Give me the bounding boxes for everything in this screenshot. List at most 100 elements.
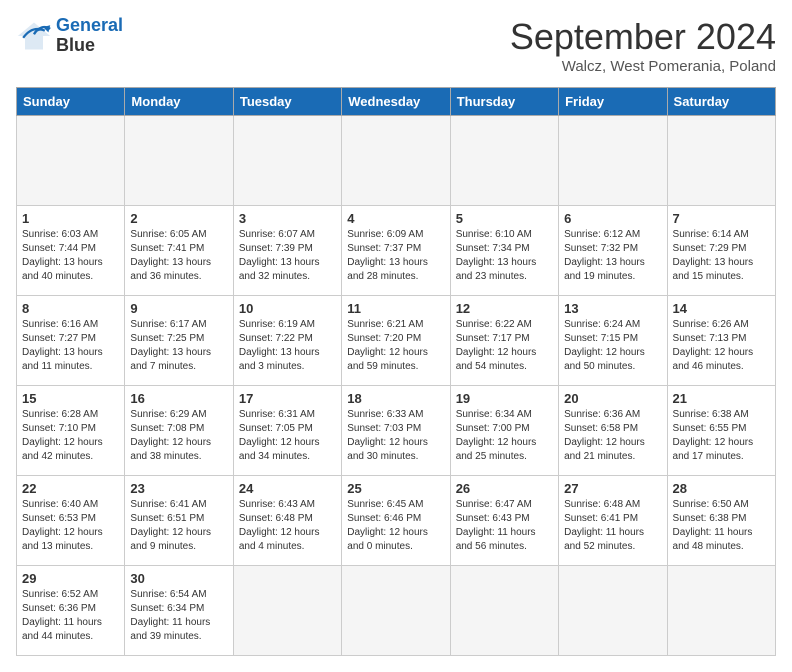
weekday-header-tuesday: Tuesday — [233, 88, 341, 116]
calendar-cell — [559, 566, 667, 656]
calendar-week-row: 15 Sunrise: 6:28 AM Sunset: 7:10 PM Dayli… — [17, 386, 776, 476]
cell-info: Sunrise: 6:54 AM Sunset: 6:34 PM Dayligh… — [130, 588, 227, 644]
calendar-cell: 18 Sunrise: 6:33 AM Sunset: 7:03 PM Dayli… — [342, 386, 450, 476]
day-number: 23 — [130, 481, 227, 496]
day-number: 19 — [456, 391, 553, 406]
logo-icon — [16, 18, 52, 54]
day-number: 2 — [130, 211, 227, 226]
day-number: 21 — [673, 391, 770, 406]
calendar-cell: 25Sunrise: 6:45 AM Sunset: 6:46 PM Dayli… — [342, 476, 450, 566]
cell-info: Sunrise: 6:33 AM Sunset: 7:03 PM Dayligh… — [347, 408, 444, 464]
month-title: September 2024 — [510, 16, 776, 58]
weekday-header-monday: Monday — [125, 88, 233, 116]
cell-info: Sunrise: 6:31 AM Sunset: 7:05 PM Dayligh… — [239, 408, 336, 464]
day-number: 12 — [456, 301, 553, 316]
logo: General Blue — [16, 16, 123, 56]
cell-info: Sunrise: 6:29 AM Sunset: 7:08 PM Dayligh… — [130, 408, 227, 464]
cell-info: Sunrise: 6:14 AM Sunset: 7:29 PM Dayligh… — [673, 228, 770, 284]
day-number: 16 — [130, 391, 227, 406]
calendar-cell — [342, 566, 450, 656]
day-number: 20 — [564, 391, 661, 406]
calendar-cell: 16 Sunrise: 6:29 AM Sunset: 7:08 PM Dayli… — [125, 386, 233, 476]
logo-blue: Blue — [56, 35, 95, 55]
calendar-week-row: 1Sunrise: 6:03 AM Sunset: 7:44 PM Daylig… — [17, 206, 776, 296]
calendar-cell: 6 Sunrise: 6:12 AM Sunset: 7:32 PM Daylig… — [559, 206, 667, 296]
calendar-cell — [233, 116, 341, 206]
calendar-cell — [342, 116, 450, 206]
cell-info: Sunrise: 6:22 AM Sunset: 7:17 PM Dayligh… — [456, 318, 553, 374]
calendar-cell: 5 Sunrise: 6:10 AM Sunset: 7:34 PM Daylig… — [450, 206, 558, 296]
day-number: 22 — [22, 481, 119, 496]
cell-info: Sunrise: 6:52 AM Sunset: 6:36 PM Dayligh… — [22, 588, 119, 644]
calendar-cell: 29 Sunrise: 6:52 AM Sunset: 6:36 PM Dayli… — [17, 566, 125, 656]
calendar-cell — [667, 116, 775, 206]
calendar-cell: 10 Sunrise: 6:19 AM Sunset: 7:22 PM Dayli… — [233, 296, 341, 386]
calendar-week-row — [17, 116, 776, 206]
calendar-cell — [450, 116, 558, 206]
calendar-cell — [233, 566, 341, 656]
calendar-cell — [125, 116, 233, 206]
cell-info: Sunrise: 6:47 AM Sunset: 6:43 PM Dayligh… — [456, 498, 553, 554]
location: Walcz, West Pomerania, Poland — [510, 58, 776, 75]
weekday-header-sunday: Sunday — [17, 88, 125, 116]
day-number: 10 — [239, 301, 336, 316]
cell-info: Sunrise: 6:12 AM Sunset: 7:32 PM Dayligh… — [564, 228, 661, 284]
calendar-cell: 14Sunrise: 6:26 AM Sunset: 7:13 PM Dayli… — [667, 296, 775, 386]
day-number: 15 — [22, 391, 119, 406]
cell-info: Sunrise: 6:40 AM Sunset: 6:53 PM Dayligh… — [22, 498, 119, 554]
calendar-cell: 13 Sunrise: 6:24 AM Sunset: 7:15 PM Dayli… — [559, 296, 667, 386]
logo-general: General — [56, 15, 123, 35]
day-number: 28 — [673, 481, 770, 496]
cell-info: Sunrise: 6:03 AM Sunset: 7:44 PM Dayligh… — [22, 228, 119, 284]
day-number: 18 — [347, 391, 444, 406]
calendar-cell: 26Sunrise: 6:47 AM Sunset: 6:43 PM Dayli… — [450, 476, 558, 566]
calendar-cell: 9 Sunrise: 6:17 AM Sunset: 7:25 PM Daylig… — [125, 296, 233, 386]
cell-info: Sunrise: 6:21 AM Sunset: 7:20 PM Dayligh… — [347, 318, 444, 374]
cell-info: Sunrise: 6:48 AM Sunset: 6:41 PM Dayligh… — [564, 498, 661, 554]
day-number: 7 — [673, 211, 770, 226]
day-number: 25 — [347, 481, 444, 496]
day-number: 6 — [564, 211, 661, 226]
title-block: September 2024 Walcz, West Pomerania, Po… — [510, 16, 776, 75]
calendar-cell: 11Sunrise: 6:21 AM Sunset: 7:20 PM Dayli… — [342, 296, 450, 386]
cell-info: Sunrise: 6:28 AM Sunset: 7:10 PM Dayligh… — [22, 408, 119, 464]
day-number: 8 — [22, 301, 119, 316]
calendar-cell: 15 Sunrise: 6:28 AM Sunset: 7:10 PM Dayli… — [17, 386, 125, 476]
calendar-cell: 23 Sunrise: 6:41 AM Sunset: 6:51 PM Dayli… — [125, 476, 233, 566]
weekday-header-wednesday: Wednesday — [342, 88, 450, 116]
cell-info: Sunrise: 6:16 AM Sunset: 7:27 PM Dayligh… — [22, 318, 119, 374]
day-number: 9 — [130, 301, 227, 316]
weekday-header-row: SundayMondayTuesdayWednesdayThursdayFrid… — [17, 88, 776, 116]
cell-info: Sunrise: 6:07 AM Sunset: 7:39 PM Dayligh… — [239, 228, 336, 284]
calendar-cell: 4Sunrise: 6:09 AM Sunset: 7:37 PM Daylig… — [342, 206, 450, 296]
weekday-header-thursday: Thursday — [450, 88, 558, 116]
cell-info: Sunrise: 6:05 AM Sunset: 7:41 PM Dayligh… — [130, 228, 227, 284]
cell-info: Sunrise: 6:24 AM Sunset: 7:15 PM Dayligh… — [564, 318, 661, 374]
calendar-cell: 21 Sunrise: 6:38 AM Sunset: 6:55 PM Dayli… — [667, 386, 775, 476]
cell-info: Sunrise: 6:36 AM Sunset: 6:58 PM Dayligh… — [564, 408, 661, 464]
cell-info: Sunrise: 6:38 AM Sunset: 6:55 PM Dayligh… — [673, 408, 770, 464]
day-number: 27 — [564, 481, 661, 496]
day-number: 5 — [456, 211, 553, 226]
cell-info: Sunrise: 6:50 AM Sunset: 6:38 PM Dayligh… — [673, 498, 770, 554]
calendar-cell: 7 Sunrise: 6:14 AM Sunset: 7:29 PM Daylig… — [667, 206, 775, 296]
cell-info: Sunrise: 6:19 AM Sunset: 7:22 PM Dayligh… — [239, 318, 336, 374]
calendar-cell: 12 Sunrise: 6:22 AM Sunset: 7:17 PM Dayli… — [450, 296, 558, 386]
weekday-header-friday: Friday — [559, 88, 667, 116]
calendar-cell: 17 Sunrise: 6:31 AM Sunset: 7:05 PM Dayli… — [233, 386, 341, 476]
calendar-week-row: 29 Sunrise: 6:52 AM Sunset: 6:36 PM Dayli… — [17, 566, 776, 656]
calendar-cell: 22 Sunrise: 6:40 AM Sunset: 6:53 PM Dayli… — [17, 476, 125, 566]
cell-info: Sunrise: 6:10 AM Sunset: 7:34 PM Dayligh… — [456, 228, 553, 284]
calendar-table: SundayMondayTuesdayWednesdayThursdayFrid… — [16, 87, 776, 656]
calendar-cell: 2 Sunrise: 6:05 AM Sunset: 7:41 PM Daylig… — [125, 206, 233, 296]
day-number: 13 — [564, 301, 661, 316]
day-number: 17 — [239, 391, 336, 406]
cell-info: Sunrise: 6:17 AM Sunset: 7:25 PM Dayligh… — [130, 318, 227, 374]
day-number: 29 — [22, 571, 119, 586]
cell-info: Sunrise: 6:41 AM Sunset: 6:51 PM Dayligh… — [130, 498, 227, 554]
calendar-cell — [17, 116, 125, 206]
cell-info: Sunrise: 6:09 AM Sunset: 7:37 PM Dayligh… — [347, 228, 444, 284]
day-number: 3 — [239, 211, 336, 226]
calendar-cell: 19Sunrise: 6:34 AM Sunset: 7:00 PM Dayli… — [450, 386, 558, 476]
day-number: 24 — [239, 481, 336, 496]
